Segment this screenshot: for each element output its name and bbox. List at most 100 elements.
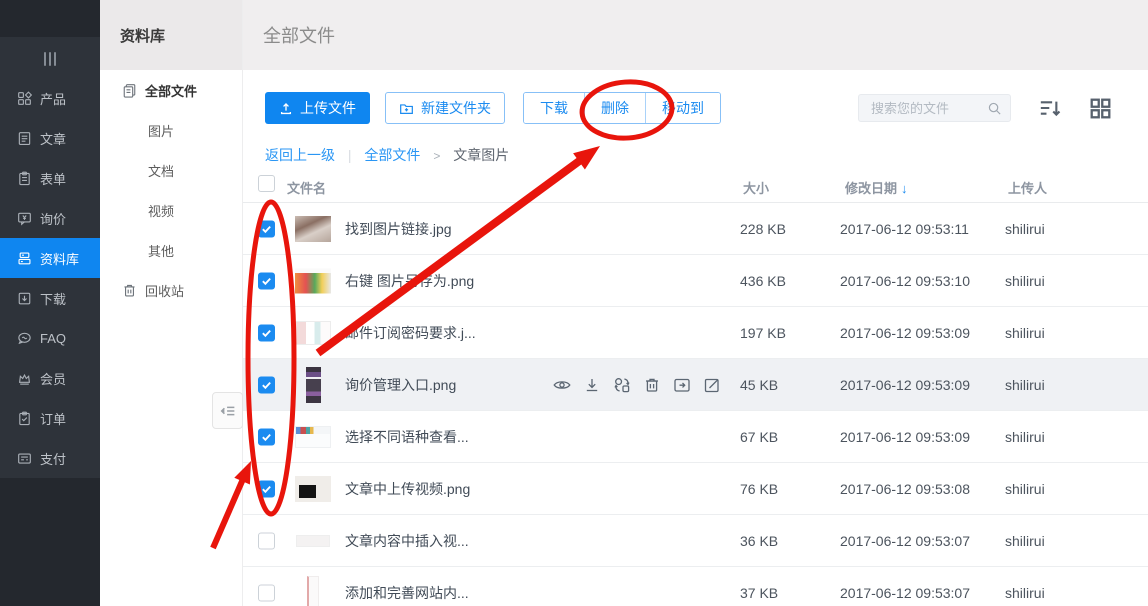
- new-folder-icon: [399, 101, 414, 116]
- table-row[interactable]: 选择不同语种查看... 67 KB 2017-06-12 09:53:09 sh…: [243, 411, 1148, 463]
- file-date: 2017-06-12 09:53:08: [840, 481, 970, 497]
- sidebar-item-label: 支付: [40, 449, 66, 468]
- sidebar-item-members[interactable]: 会员: [0, 358, 100, 398]
- sidebar-item-faq[interactable]: FAQ: [0, 318, 100, 358]
- breadcrumb: 返回上一级 | 全部文件 > 文章图片: [265, 145, 1148, 165]
- file-name[interactable]: 文章内容中插入视...: [345, 531, 469, 551]
- search-input[interactable]: [869, 100, 987, 117]
- move-to-button[interactable]: 移动到: [645, 93, 720, 123]
- sidebar-item-videos[interactable]: 视频: [100, 190, 242, 230]
- row-checkbox[interactable]: [258, 376, 275, 393]
- download-box-icon: [17, 291, 32, 306]
- sidebar-item-downloads[interactable]: 下载: [0, 278, 100, 318]
- table-row[interactable]: 找到图片链接.jpg 228 KB 2017-06-12 09:53:11 sh…: [243, 203, 1148, 255]
- file-name[interactable]: 邮件订阅密码要求.j...: [345, 323, 476, 343]
- upload-button[interactable]: 上传文件: [265, 92, 370, 124]
- column-header-date-label: 修改日期: [845, 181, 897, 196]
- sidebar-item-recycle-bin[interactable]: 回收站: [100, 270, 242, 310]
- sidebar-item-payments[interactable]: 支付: [0, 438, 100, 478]
- file-size: 197 KB: [740, 325, 786, 341]
- search-box[interactable]: [858, 94, 1011, 122]
- check-icon: [261, 327, 272, 338]
- sidebar-item-library[interactable]: 资料库: [0, 238, 100, 278]
- file-uploader: shilirui: [1005, 533, 1045, 549]
- grid-view-button[interactable]: [1089, 97, 1112, 120]
- row-checkbox[interactable]: [258, 272, 275, 289]
- sidebar-item-docs[interactable]: 文档: [100, 150, 242, 190]
- table-row[interactable]: 文章内容中插入视... 36 KB 2017-06-12 09:53:07 sh…: [243, 515, 1148, 567]
- file-uploader: shilirui: [1005, 481, 1045, 497]
- move-file-button[interactable]: [672, 375, 692, 395]
- sidebar-item-all-files[interactable]: 全部文件: [100, 70, 242, 110]
- row-actions: [552, 375, 722, 395]
- table-row[interactable]: 邮件订阅密码要求.j... 197 KB 2017-06-12 09:53:09…: [243, 307, 1148, 359]
- table-row[interactable]: 文章中上传视频.png 76 KB 2017-06-12 09:53:08 sh…: [243, 463, 1148, 515]
- download-file-button[interactable]: [582, 375, 602, 395]
- all-files-icon: [122, 83, 137, 98]
- file-name[interactable]: 右键 图片另存为.png: [345, 271, 474, 291]
- file-date: 2017-06-12 09:53:07: [840, 533, 970, 549]
- file-size: 76 KB: [740, 481, 778, 497]
- sort-order-button[interactable]: [1038, 96, 1062, 120]
- document-icon: [17, 131, 32, 146]
- sidebar-collapse-icon[interactable]: [0, 52, 100, 66]
- trash-icon: [642, 375, 662, 395]
- breadcrumb-root-link[interactable]: 全部文件: [364, 147, 420, 163]
- sidebar-item-products[interactable]: 产品: [0, 78, 100, 118]
- sidebar-item-label: 订单: [40, 409, 66, 428]
- file-thumbnail: [295, 216, 331, 242]
- table-row[interactable]: 右键 图片另存为.png 436 KB 2017-06-12 09:53:10 …: [243, 255, 1148, 307]
- column-header-size[interactable]: 大小: [743, 178, 769, 197]
- eye-icon: [552, 375, 572, 395]
- column-header-uploader[interactable]: 上传人: [1008, 178, 1047, 197]
- clipboard-icon: [17, 171, 32, 186]
- search-icon[interactable]: [987, 101, 1002, 116]
- sidebar-item-label: 资料库: [40, 249, 79, 268]
- faq-chat-icon: [17, 331, 32, 346]
- sort-desc-icon[interactable]: ↓: [901, 181, 908, 196]
- file-uploader: shilirui: [1005, 273, 1045, 289]
- sidebar-item-others[interactable]: 其他: [100, 230, 242, 270]
- collapse-panel-icon: [218, 401, 238, 421]
- file-thumbnail: [295, 576, 331, 606]
- row-checkbox[interactable]: [258, 480, 275, 497]
- rename-button[interactable]: [702, 375, 722, 395]
- toolbar: 上传文件 新建文件夹 下载 删除 移动到: [265, 92, 1112, 124]
- column-header-name[interactable]: 文件名: [287, 178, 326, 197]
- crown-icon: [17, 371, 32, 386]
- new-folder-button[interactable]: 新建文件夹: [385, 92, 505, 124]
- file-name[interactable]: 找到图片链接.jpg: [345, 219, 452, 239]
- delete-button[interactable]: 删除: [584, 93, 645, 123]
- row-checkbox[interactable]: [258, 532, 275, 549]
- select-all-checkbox[interactable]: [258, 175, 275, 192]
- replace-button[interactable]: [612, 375, 632, 395]
- sidebar-collapse-toggle[interactable]: [212, 392, 243, 429]
- row-checkbox[interactable]: [258, 324, 275, 341]
- delete-file-button[interactable]: [642, 375, 662, 395]
- download-button[interactable]: 下载: [524, 93, 584, 123]
- sidebar-item-articles[interactable]: 文章: [0, 118, 100, 158]
- file-name[interactable]: 添加和完善网站内...: [345, 583, 469, 603]
- column-header-date[interactable]: 修改日期 ↓: [845, 178, 908, 197]
- file-name[interactable]: 选择不同语种查看...: [345, 427, 469, 447]
- row-checkbox[interactable]: [258, 428, 275, 445]
- sidebar-item-images[interactable]: 图片: [100, 110, 242, 150]
- sidebar-item-orders[interactable]: 订单: [0, 398, 100, 438]
- file-thumbnail: [295, 535, 331, 547]
- file-size: 45 KB: [740, 377, 778, 393]
- table-row[interactable]: 询价管理入口.png 45 KB 2017-06-12 09:53:09 shi…: [243, 359, 1148, 411]
- sidebar-item-forms[interactable]: 表单: [0, 158, 100, 198]
- page-title: 全部文件: [263, 22, 335, 48]
- breadcrumb-back-link[interactable]: 返回上一级: [265, 147, 335, 163]
- file-name[interactable]: 文章中上传视频.png: [345, 479, 470, 499]
- check-icon: [261, 275, 272, 286]
- row-checkbox[interactable]: [258, 584, 275, 601]
- row-checkbox[interactable]: [258, 220, 275, 237]
- file-uploader: shilirui: [1005, 221, 1045, 237]
- sidebar-item-inquiry[interactable]: 询价: [0, 198, 100, 238]
- library-icon: [17, 251, 32, 266]
- file-name[interactable]: 询价管理入口.png: [345, 375, 456, 395]
- sidebar-nav: 产品 文章 表单 询价 资料库 下载: [0, 78, 100, 478]
- preview-button[interactable]: [552, 375, 572, 395]
- table-row[interactable]: 添加和完善网站内... 37 KB 2017-06-12 09:53:07 sh…: [243, 567, 1148, 606]
